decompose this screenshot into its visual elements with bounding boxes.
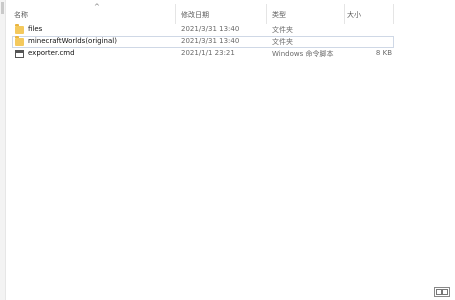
view-toggle-icon[interactable] xyxy=(434,287,450,297)
folder-icon xyxy=(15,24,24,34)
file-name: exporter.cmd xyxy=(28,49,75,57)
column-header-date[interactable]: 修改日期 xyxy=(181,10,209,20)
file-name: files xyxy=(28,25,43,33)
column-divider[interactable] xyxy=(344,4,345,24)
column-divider[interactable] xyxy=(393,4,394,24)
file-type: 文件夹 xyxy=(272,26,293,34)
column-header-size[interactable]: 大小 xyxy=(347,10,361,20)
file-name: minecraftWorlds(original) xyxy=(28,37,117,45)
sort-ascending-icon: ^ xyxy=(94,3,100,11)
file-date: 2021/1/1 23:21 xyxy=(181,49,235,57)
column-divider[interactable] xyxy=(175,4,176,24)
file-date: 2021/3/31 13:40 xyxy=(181,25,240,33)
file-explorer: ^ 名称 修改日期 类型 大小 files 2021/3/31 13:40 文件… xyxy=(0,0,455,300)
column-divider[interactable] xyxy=(266,4,267,24)
file-list: files 2021/3/31 13:40 文件夹 minecraftWorld… xyxy=(12,24,394,60)
file-row-files[interactable]: files 2021/3/31 13:40 文件夹 xyxy=(12,24,394,36)
column-header-bar: ^ 名称 修改日期 类型 大小 xyxy=(8,3,394,24)
file-date: 2021/3/31 13:40 xyxy=(181,37,240,45)
column-header-type[interactable]: 类型 xyxy=(272,10,286,20)
file-type: Windows 命令脚本 xyxy=(272,50,334,58)
file-type: 文件夹 xyxy=(272,38,293,46)
cmd-file-icon xyxy=(15,50,24,58)
column-header-name[interactable]: 名称 xyxy=(14,10,28,20)
nav-pane-scrollbar[interactable] xyxy=(0,0,6,300)
tiles-view-icon[interactable] xyxy=(442,289,448,295)
folder-icon xyxy=(15,36,24,46)
file-row-minecraftworlds[interactable]: minecraftWorlds(original) 2021/3/31 13:4… xyxy=(12,36,394,48)
scrollbar-thumb[interactable] xyxy=(1,2,4,14)
file-row-exporter[interactable]: exporter.cmd 2021/1/1 23:21 Windows 命令脚本… xyxy=(12,48,394,60)
file-size: 8 KB xyxy=(375,49,392,57)
